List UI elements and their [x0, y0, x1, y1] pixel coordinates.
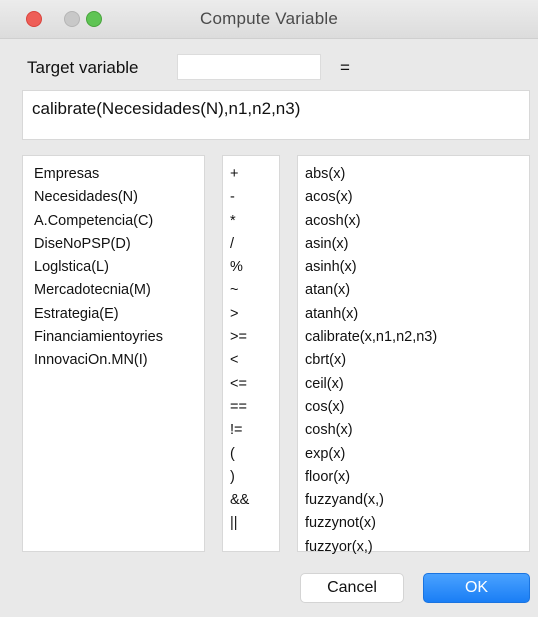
function-item[interactable]: atan(x)	[298, 279, 529, 302]
operators-list[interactable]: + - * /% ~ > >= < <= == !=() && ||	[222, 155, 280, 552]
function-item[interactable]: fuzzynot(x)	[298, 512, 529, 535]
operator-item[interactable]: *	[223, 210, 279, 233]
operator-item[interactable]: /	[223, 233, 279, 256]
operator-item[interactable]: &&	[223, 489, 279, 512]
function-item[interactable]: abs(x)	[298, 163, 529, 186]
function-item[interactable]: acos(x)	[298, 186, 529, 209]
variable-item[interactable]: A.Competencia(C)	[23, 210, 204, 233]
compute-variable-dialog: Compute Variable Target variable = calib…	[0, 0, 538, 617]
variable-item[interactable]: InnovaciOn.MN(I)	[23, 349, 204, 372]
ok-button[interactable]: OK	[423, 573, 530, 603]
operator-item[interactable]: ==	[223, 396, 279, 419]
operator-item[interactable]: (	[223, 443, 279, 466]
function-item[interactable]: acosh(x)	[298, 210, 529, 233]
equals-sign: =	[340, 58, 350, 77]
function-item[interactable]: cosh(x)	[298, 419, 529, 442]
variable-item[interactable]: DiseNoPSP(D)	[23, 233, 204, 256]
function-item[interactable]: fuzzyand(x,)	[298, 489, 529, 512]
function-item[interactable]: asin(x)	[298, 233, 529, 256]
cancel-button[interactable]: Cancel	[300, 573, 404, 603]
function-item[interactable]: ceil(x)	[298, 373, 529, 396]
title-bar: Compute Variable	[0, 0, 538, 39]
function-item[interactable]: fuzzyor(x,)	[298, 536, 529, 559]
operator-item[interactable]: >=	[223, 326, 279, 349]
function-item[interactable]: floor(x)	[298, 466, 529, 489]
function-item[interactable]: cbrt(x)	[298, 349, 529, 372]
variable-item[interactable]: Mercadotecnia(M)	[23, 279, 204, 302]
operator-item[interactable]: +	[223, 163, 279, 186]
operator-item[interactable]: <=	[223, 373, 279, 396]
variable-item[interactable]: Financiamientoyries	[23, 326, 204, 349]
variable-item[interactable]: Loglstica(L)	[23, 256, 204, 279]
functions-list[interactable]: abs(x) acos(x) acosh(x) asin(x) asinh(x) atan…	[297, 155, 530, 555]
operator-item[interactable]: <	[223, 349, 279, 372]
function-item[interactable]: cos(x)	[298, 396, 529, 419]
function-item[interactable]: asinh(x)	[298, 256, 529, 279]
expression-editor[interactable]: calibrate(Necesidades(N),n1,n2,n3)	[22, 90, 530, 140]
operator-item[interactable]: ||	[223, 512, 279, 535]
operator-item[interactable]: !=	[223, 419, 279, 442]
variable-item[interactable]: Empresas	[23, 163, 204, 186]
operator-item[interactable]: ~	[223, 279, 279, 302]
function-item[interactable]: calibrate(x,n1,n2,n3)	[298, 326, 529, 349]
operator-item[interactable]: -	[223, 186, 279, 209]
variables-list[interactable]: Empresas Necesidades(N) A.Competencia(C) Di…	[22, 155, 205, 552]
operator-item[interactable]: )	[223, 466, 279, 489]
variable-item[interactable]: Necesidades(N)	[23, 186, 204, 209]
target-variable-input[interactable]	[177, 54, 321, 80]
operator-item[interactable]: >	[223, 303, 279, 326]
window-title: Compute Variable	[199, 9, 338, 28]
function-item[interactable]: atanh(x)	[298, 303, 529, 326]
variable-item[interactable]: Estrategia(E)	[23, 303, 204, 326]
target-variable-label: Target variable	[27, 58, 139, 77]
operator-item[interactable]: %	[223, 256, 279, 279]
function-item[interactable]: exp(x)	[298, 443, 529, 466]
